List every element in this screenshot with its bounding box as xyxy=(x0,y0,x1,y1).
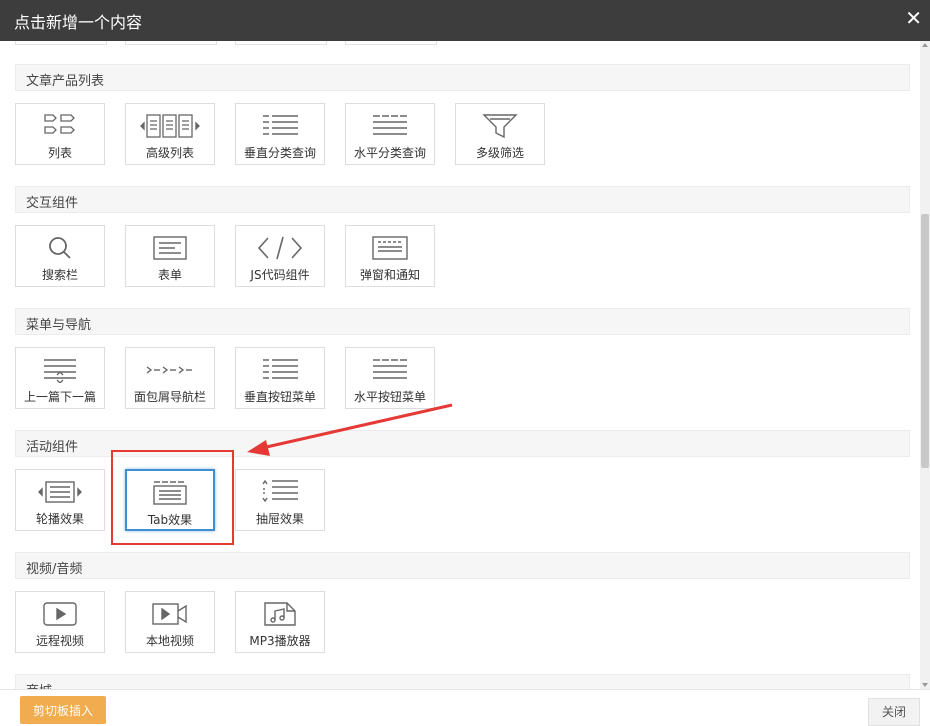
section-header-mall: 商城 xyxy=(15,674,910,689)
tile-list[interactable]: 列表 xyxy=(15,103,105,165)
tile-multi-filter[interactable]: 多级筛选 xyxy=(455,103,545,165)
section-title: 商城 xyxy=(26,680,52,689)
section-header-interactive: 交互组件 xyxy=(15,186,910,213)
advanced-list-icon xyxy=(140,114,200,138)
hidden-tile[interactable] xyxy=(345,41,437,45)
tile-search-bar[interactable]: 搜索栏 xyxy=(15,225,105,287)
tile-local-video[interactable]: 本地视频 xyxy=(125,591,215,653)
hidden-tile[interactable] xyxy=(125,41,217,45)
vertical-menu-icon xyxy=(263,359,298,379)
tile-label: 水平分类查询 xyxy=(353,146,426,160)
tile-remote-video[interactable]: 远程视频 xyxy=(15,591,105,653)
section-title: 活动组件 xyxy=(26,440,79,455)
tile-label: 本地视频 xyxy=(145,634,194,648)
section-title: 菜单与导航 xyxy=(26,318,92,333)
prev-next-icon xyxy=(44,359,76,383)
tile-vertical-category[interactable]: 垂直分类查询 xyxy=(235,103,325,165)
drawer-icon xyxy=(262,479,298,503)
tile-drawer[interactable]: 抽屉效果 xyxy=(235,469,325,531)
tile-label: 高级列表 xyxy=(145,146,194,160)
code-icon xyxy=(257,236,303,260)
close-button[interactable]: 关闭 xyxy=(868,698,920,726)
highlight-box xyxy=(111,450,234,545)
dialog-footer: 剪切板插入 关闭 xyxy=(0,689,930,726)
search-icon xyxy=(49,237,71,259)
content-area: 文章产品列表 列表 高级列表 垂直分类查询 水平分类查询 多级筛选 交互组件 搜… xyxy=(0,41,920,689)
horizontal-category-icon xyxy=(373,115,407,135)
section-header-menu-nav: 菜单与导航 xyxy=(15,308,910,335)
tile-label: 表单 xyxy=(157,268,182,282)
tile-popup-notice[interactable]: 弹窗和通知 xyxy=(345,225,435,287)
mp3-icon xyxy=(264,602,296,626)
tile-form[interactable]: 表单 xyxy=(125,225,215,287)
remote-video-icon xyxy=(43,602,77,626)
carousel-icon xyxy=(38,481,82,503)
popup-icon xyxy=(372,236,408,260)
breadcrumb-icon xyxy=(146,366,192,374)
section-title: 视频/音频 xyxy=(26,562,83,577)
scroll-up-icon[interactable] xyxy=(922,43,928,47)
tile-label: 水平按钮菜单 xyxy=(353,390,426,404)
filter-icon xyxy=(482,114,518,139)
tile-label: 面包屑导航栏 xyxy=(133,390,206,404)
tile-js-code[interactable]: JS代码组件 xyxy=(235,225,325,287)
tile-label: JS代码组件 xyxy=(250,268,310,282)
tile-breadcrumb[interactable]: 面包屑导航栏 xyxy=(125,347,215,409)
clipboard-insert-button[interactable]: 剪切板插入 xyxy=(20,696,106,724)
tile-label: 抽屉效果 xyxy=(255,512,304,526)
tile-vertical-menu[interactable]: 垂直按钮菜单 xyxy=(235,347,325,409)
scrollbar-thumb[interactable] xyxy=(921,214,929,468)
form-icon xyxy=(153,236,187,260)
tile-label: 垂直按钮菜单 xyxy=(243,390,316,404)
local-video-icon xyxy=(152,603,187,625)
tile-advanced-list[interactable]: 高级列表 xyxy=(125,103,215,165)
tile-label: MP3播放器 xyxy=(249,634,311,648)
section-title: 文章产品列表 xyxy=(26,74,105,89)
tile-label: 上一篇下一篇 xyxy=(23,390,96,404)
tile-carousel[interactable]: 轮播效果 xyxy=(15,469,105,531)
tile-label: 多级筛选 xyxy=(475,146,524,160)
section-header-video-audio: 视频/音频 xyxy=(15,552,910,579)
vertical-scrollbar[interactable] xyxy=(920,41,930,689)
tile-label: 弹窗和通知 xyxy=(359,268,420,282)
tile-horizontal-category[interactable]: 水平分类查询 xyxy=(345,103,435,165)
list-icon xyxy=(44,114,75,134)
tile-prev-next[interactable]: 上一篇下一篇 xyxy=(15,347,105,409)
scroll-down-icon[interactable] xyxy=(922,683,928,687)
tile-label: 列表 xyxy=(47,146,72,160)
horizontal-menu-icon xyxy=(373,359,407,379)
hidden-tile[interactable] xyxy=(235,41,327,45)
section-title: 交互组件 xyxy=(26,196,79,211)
tile-horizontal-menu[interactable]: 水平按钮菜单 xyxy=(345,347,435,409)
tile-mp3-player[interactable]: MP3播放器 xyxy=(235,591,325,653)
close-icon[interactable]: ✕ xyxy=(905,6,922,30)
dialog-title: 点击新增一个内容 xyxy=(14,13,143,32)
tile-label: 搜索栏 xyxy=(41,268,78,282)
tile-label: 轮播效果 xyxy=(35,512,84,526)
tile-label: 垂直分类查询 xyxy=(243,146,316,160)
hidden-tile[interactable] xyxy=(15,41,107,45)
tile-label: 远程视频 xyxy=(35,634,84,648)
dialog-titlebar: 点击新增一个内容 ✕ xyxy=(0,0,930,41)
vertical-category-icon xyxy=(263,115,298,135)
section-header-article-list: 文章产品列表 xyxy=(15,64,910,91)
